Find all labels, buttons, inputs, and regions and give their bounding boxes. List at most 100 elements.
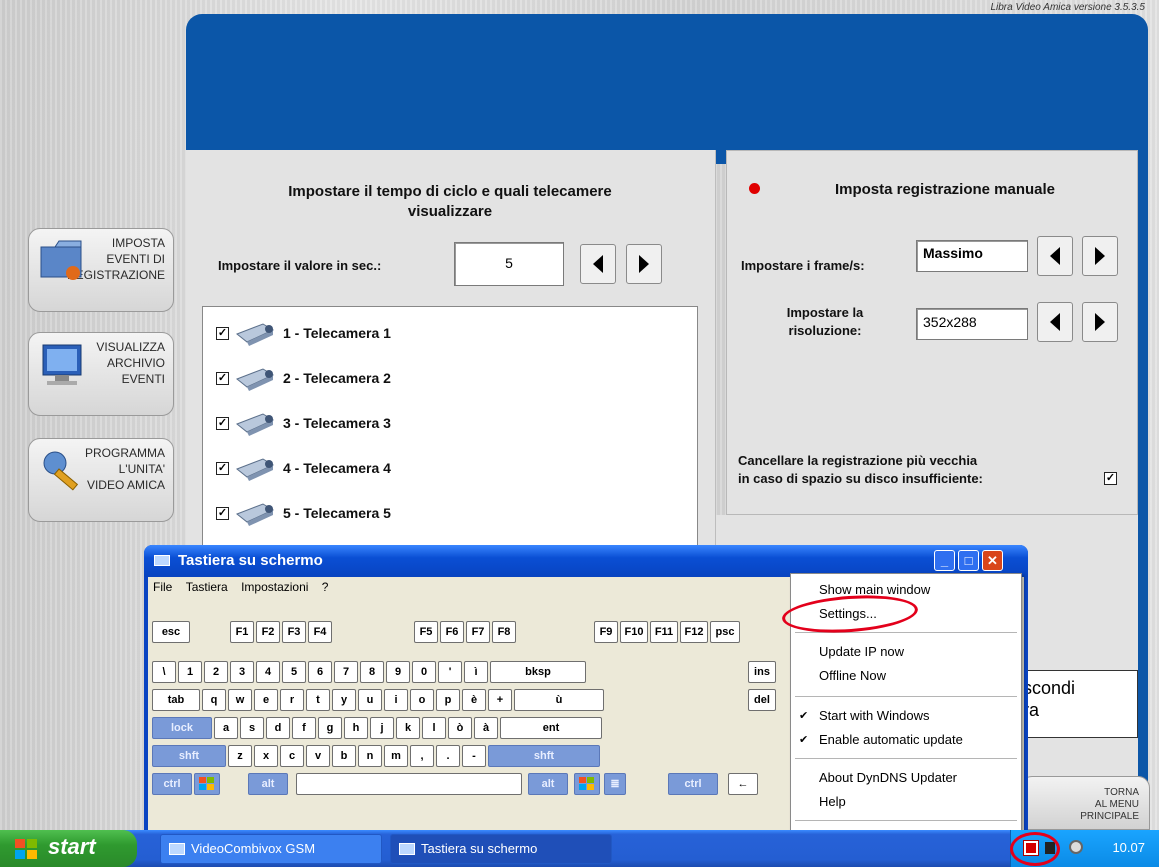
menu-key[interactable]: ≣ (604, 773, 626, 795)
key-r2-13[interactable]: ù (514, 689, 604, 711)
taskbar-item-videocombivox[interactable]: VideoCombivox GSM (160, 834, 382, 864)
camera-checkbox[interactable]: ✓ (216, 416, 229, 430)
space-key[interactable] (296, 773, 522, 795)
maximize-button[interactable]: □ (958, 550, 979, 571)
key-r4-9[interactable]: . (436, 745, 460, 767)
context-menu-item[interactable]: Update IP now (819, 642, 904, 662)
minimize-button[interactable]: _ (934, 550, 955, 571)
key-r2-8[interactable]: i (384, 689, 408, 711)
sidebar-item-imposta-eventi[interactable]: IMPOSTA EVENTI DI REGISTRAZIONE (28, 228, 174, 312)
key-r1-10[interactable]: 0 (412, 661, 436, 683)
key-r0-12[interactable]: F12 (680, 621, 708, 643)
key-r1-11[interactable]: ' (438, 661, 462, 683)
camera-checkbox[interactable]: ✓ (216, 371, 229, 385)
key-r4-2[interactable]: x (254, 745, 278, 767)
key-r2-2[interactable]: w (228, 689, 252, 711)
key-r1-5[interactable]: 5 (282, 661, 306, 683)
key-r3-9[interactable]: l (422, 717, 446, 739)
key-r0-10[interactable]: F10 (620, 621, 648, 643)
key-r1-1[interactable]: 1 (178, 661, 202, 683)
key-r3-3[interactable]: d (266, 717, 290, 739)
key-r3-12[interactable]: ent (500, 717, 602, 739)
key-r5-0[interactable]: ctrl (152, 773, 192, 795)
key-r0-3[interactable]: F3 (282, 621, 306, 643)
fps-decrease-button[interactable] (1037, 236, 1073, 276)
camera-row[interactable]: ✓ 4 - Telecamera 4 (216, 455, 391, 481)
key-r0-6[interactable]: F6 (440, 621, 464, 643)
sidebar-item-visualizza-archivio[interactable]: VISUALIZZA ARCHIVIO EVENTI (28, 332, 174, 416)
key-r2-0[interactable]: tab (152, 689, 200, 711)
key-r1-3[interactable]: 3 (230, 661, 254, 683)
key-r5-1[interactable]: alt (248, 773, 288, 795)
key-r1-13[interactable]: bksp (490, 661, 586, 683)
resolution-decrease-button[interactable] (1037, 302, 1073, 342)
key-r0-5[interactable]: F5 (414, 621, 438, 643)
camera-row[interactable]: ✓ 2 - Telecamera 2 (216, 365, 391, 391)
hide-keyboard-button[interactable]: scondi ra (1020, 670, 1138, 738)
key-r4-10[interactable]: - (462, 745, 486, 767)
key-r0-1[interactable]: F1 (230, 621, 254, 643)
key-r1-8[interactable]: 8 (360, 661, 384, 683)
key-r2-5[interactable]: t (306, 689, 330, 711)
key-r2-9[interactable]: o (410, 689, 434, 711)
key-r5-3[interactable]: ctrl (668, 773, 718, 795)
volume-tray-icon[interactable] (1069, 840, 1083, 854)
key-r2-7[interactable]: u (358, 689, 382, 711)
context-menu-item[interactable]: Start with Windows (819, 706, 930, 726)
resolution-increase-button[interactable] (1082, 302, 1118, 342)
key-r2-1[interactable]: q (202, 689, 226, 711)
menu-impostazioni[interactable]: Impostazioni (236, 577, 313, 594)
key-r1-7[interactable]: 7 (334, 661, 358, 683)
menu-help[interactable]: ? (317, 577, 334, 594)
key-r3-5[interactable]: g (318, 717, 342, 739)
key-r0-13[interactable]: psc (710, 621, 740, 643)
key-r3-11[interactable]: à (474, 717, 498, 739)
key-r3-8[interactable]: k (396, 717, 420, 739)
key-r4-0[interactable]: shft (152, 745, 226, 767)
key-r3-0[interactable]: lock (152, 717, 212, 739)
key-r4-3[interactable]: c (280, 745, 304, 767)
cycle-value-field[interactable]: 5 (454, 242, 564, 286)
camera-checkbox[interactable]: ✓ (216, 461, 229, 475)
sidebar-item-programma-unita[interactable]: PROGRAMMA L'UNITA' VIDEO AMICA (28, 438, 174, 522)
fps-field[interactable]: Massimo (916, 240, 1028, 272)
key-r4-5[interactable]: b (332, 745, 356, 767)
key-r0-7[interactable]: F7 (466, 621, 490, 643)
cycle-decrease-button[interactable] (580, 244, 616, 284)
key-r3-7[interactable]: j (370, 717, 394, 739)
key-r1-14[interactable]: ins (748, 661, 776, 683)
key-r1-12[interactable]: ì (464, 661, 488, 683)
key-r1-9[interactable]: 9 (386, 661, 410, 683)
key-r4-4[interactable]: v (306, 745, 330, 767)
windows-key-right[interactable] (574, 773, 600, 795)
fps-increase-button[interactable] (1082, 236, 1118, 276)
key-r3-2[interactable]: s (240, 717, 264, 739)
key-r2-6[interactable]: y (332, 689, 356, 711)
key-r4-11[interactable]: shft (488, 745, 600, 767)
menu-tastiera[interactable]: Tastiera (181, 577, 233, 594)
key-r4-1[interactable]: z (228, 745, 252, 767)
resolution-field[interactable]: 352x288 (916, 308, 1028, 340)
menu-file[interactable]: File (148, 577, 177, 594)
camera-row[interactable]: ✓ 3 - Telecamera 3 (216, 410, 391, 436)
context-menu-item[interactable]: Offline Now (819, 666, 886, 686)
key-r3-4[interactable]: f (292, 717, 316, 739)
key-r4-7[interactable]: m (384, 745, 408, 767)
key-r4-8[interactable]: , (410, 745, 434, 767)
key-r3-10[interactable]: ò (448, 717, 472, 739)
back-to-menu-button[interactable]: TORNA AL MENU PRINCIPALE (1020, 776, 1150, 830)
camera-checkbox[interactable]: ✓ (216, 326, 229, 340)
key-r0-9[interactable]: F9 (594, 621, 618, 643)
key-r0-2[interactable]: F2 (256, 621, 280, 643)
key-r5-4[interactable]: ← (728, 773, 758, 795)
key-r2-11[interactable]: è (462, 689, 486, 711)
camera-row[interactable]: ✓ 1 - Telecamera 1 (216, 320, 391, 346)
windows-key-left[interactable] (194, 773, 220, 795)
key-r5-2[interactable]: alt (528, 773, 568, 795)
key-r1-6[interactable]: 6 (308, 661, 332, 683)
context-menu-item[interactable]: About DynDNS Updater (819, 768, 957, 788)
cycle-increase-button[interactable] (626, 244, 662, 284)
key-r1-2[interactable]: 2 (204, 661, 228, 683)
key-r2-12[interactable]: + (488, 689, 512, 711)
key-r1-4[interactable]: 4 (256, 661, 280, 683)
